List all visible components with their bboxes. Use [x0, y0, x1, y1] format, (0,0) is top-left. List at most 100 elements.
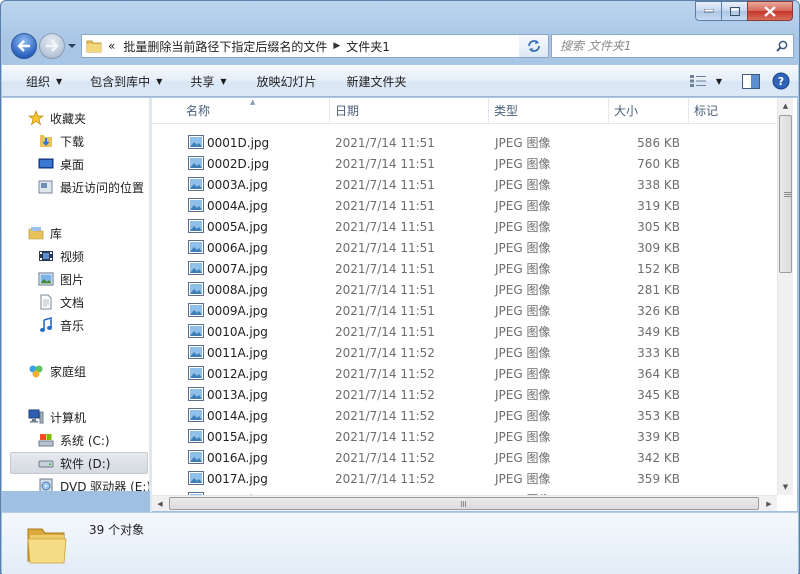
table-row[interactable]: 0011A.jpg 2021/7/14 11:52 JPEG 图像 333 KB [152, 342, 777, 363]
col-date[interactable]: 日期 [329, 98, 489, 123]
file-name: 0006A.jpg [207, 240, 268, 255]
organize-label: 组织 [26, 74, 51, 89]
col-size[interactable]: 大小 [608, 98, 689, 123]
table-row[interactable]: 0005A.jpg 2021/7/14 11:51 JPEG 图像 305 KB [152, 216, 777, 237]
breadcrumb-parent[interactable]: 批量删除当前路径下指定后缀名的文件 [123, 38, 327, 55]
command-bar: 组织 ▼ 包含到库中 ▼ 共享 ▼ 放映幻灯片 新建文件夹 ▼ ? [2, 65, 798, 97]
file-name: 0014A.jpg [207, 408, 268, 423]
nav-downloads-label: 下载 [60, 134, 85, 149]
nav-libraries[interactable]: 库 [28, 222, 62, 244]
jpeg-image-icon [188, 450, 204, 464]
horizontal-scrollbar[interactable]: ◀ ▶ [152, 495, 777, 511]
scroll-down-icon[interactable]: ▼ [778, 479, 793, 495]
horizontal-scroll-thumb[interactable] [169, 497, 759, 510]
file-type: JPEG 图像 [495, 304, 551, 318]
chevron-down-icon: ▼ [56, 76, 63, 86]
minimize-button[interactable] [695, 1, 721, 21]
table-row[interactable]: 0004A.jpg 2021/7/14 11:51 JPEG 图像 319 KB [152, 195, 777, 216]
scroll-left-icon[interactable]: ◀ [152, 496, 168, 511]
breadcrumb-separator-icon[interactable]: ▶ [333, 41, 340, 51]
file-list-scroll-thumb[interactable] [779, 115, 792, 273]
file-name: 0007A.jpg [207, 261, 268, 276]
maximize-button[interactable] [721, 1, 747, 21]
table-row[interactable]: 0015A.jpg 2021/7/14 11:52 JPEG 图像 339 KB [152, 426, 777, 447]
breadcrumb-overflow[interactable]: « [108, 39, 115, 53]
nav-recent[interactable]: 最近访问的位置 [38, 176, 144, 198]
table-row[interactable]: 0001D.jpg 2021/7/14 11:51 JPEG 图像 586 KB [152, 132, 777, 153]
table-row[interactable]: 0006A.jpg 2021/7/14 11:51 JPEG 图像 309 KB [152, 237, 777, 258]
nav-drive-c[interactable]: 系统 (C:) [38, 429, 110, 451]
scroll-right-icon[interactable]: ▶ [761, 496, 777, 511]
music-icon [38, 317, 54, 333]
nav-drive-e[interactable]: DVD 驱动器 (E:) [38, 475, 150, 491]
nav-videos[interactable]: 视频 [38, 245, 84, 267]
nav-favorites[interactable]: 收藏夹 [28, 107, 86, 129]
view-controls: ▼ ? [689, 66, 790, 96]
recent-pages-dropdown-icon[interactable] [67, 41, 77, 51]
file-size: 349 KB [637, 324, 680, 339]
table-row[interactable]: 0007A.jpg 2021/7/14 11:51 JPEG 图像 152 KB [152, 258, 777, 279]
file-date: 2021/7/14 11:51 [335, 303, 435, 318]
jpeg-image-icon [188, 240, 204, 254]
search-box[interactable] [551, 34, 794, 58]
file-name: 0001D.jpg [207, 135, 270, 150]
search-icon [776, 40, 788, 52]
refresh-button[interactable] [519, 34, 549, 58]
nav-pictures-label: 图片 [60, 272, 85, 287]
table-row[interactable]: 0010A.jpg 2021/7/14 11:51 JPEG 图像 349 KB [152, 321, 777, 342]
chevron-down-icon[interactable]: ▼ [716, 77, 722, 86]
file-date: 2021/7/14 11:51 [335, 177, 435, 192]
table-row[interactable]: 0003A.jpg 2021/7/14 11:51 JPEG 图像 338 KB [152, 174, 777, 195]
details-pane: 39 个对象 [2, 512, 798, 574]
nav-desktop[interactable]: 桌面 [38, 153, 84, 175]
search-button[interactable] [771, 40, 793, 52]
nav-downloads[interactable]: 下载 [38, 130, 84, 152]
scroll-up-icon[interactable]: ▲ [778, 98, 793, 114]
search-input[interactable] [552, 39, 771, 53]
table-row[interactable]: 0002D.jpg 2021/7/14 11:51 JPEG 图像 760 KB [152, 153, 777, 174]
table-row[interactable]: 0012A.jpg 2021/7/14 11:52 JPEG 图像 364 KB [152, 363, 777, 384]
file-name: 0004A.jpg [207, 198, 268, 213]
pane-splitter[interactable] [150, 98, 152, 512]
table-row[interactable]: 0016A.jpg 2021/7/14 11:52 JPEG 图像 342 KB [152, 447, 777, 468]
file-size: 152 KB [637, 261, 680, 276]
nav-music-label: 音乐 [60, 318, 85, 333]
caption-buttons [695, 1, 793, 21]
preview-pane-icon[interactable] [742, 73, 760, 89]
column-header: ▲ 名称 日期 类型 大小 标记 [152, 98, 777, 124]
include-library-menu[interactable]: 包含到库中 ▼ [72, 66, 172, 96]
organize-menu[interactable]: 组织 ▼ [2, 66, 72, 96]
chevron-down-icon: ▼ [156, 76, 163, 86]
col-name[interactable]: 名称 [180, 98, 330, 123]
nav-documents[interactable]: 文档 [38, 291, 84, 313]
file-date: 2021/7/14 11:52 [335, 450, 435, 465]
file-list-scrollbar[interactable]: ▲ ▼ [777, 98, 793, 495]
col-type[interactable]: 类型 [488, 98, 609, 123]
table-row[interactable]: 0008A.jpg 2021/7/14 11:51 JPEG 图像 281 KB [152, 279, 777, 300]
table-row[interactable]: 0017A.jpg 2021/7/14 11:52 JPEG 图像 359 KB [152, 468, 777, 489]
file-size: 339 KB [637, 429, 680, 444]
file-date: 2021/7/14 11:52 [335, 429, 435, 444]
nav-computer[interactable]: 计算机 [28, 406, 86, 428]
table-row[interactable]: 0014A.jpg 2021/7/14 11:52 JPEG 图像 353 KB [152, 405, 777, 426]
jpeg-image-icon [188, 198, 204, 212]
slideshow-button[interactable]: 放映幻灯片 [237, 66, 327, 96]
nav-homegroup[interactable]: 家庭组 [28, 360, 86, 382]
breadcrumb-current[interactable]: 文件夹1 [346, 38, 390, 55]
share-menu[interactable]: 共享 ▼ [172, 66, 236, 96]
table-row[interactable]: 0013A.jpg 2021/7/14 11:52 JPEG 图像 345 KB [152, 384, 777, 405]
close-button[interactable] [747, 1, 793, 21]
help-icon[interactable]: ? [772, 72, 790, 90]
change-view-button[interactable]: ▼ [689, 75, 722, 87]
new-folder-button[interactable]: 新建文件夹 [327, 66, 417, 96]
forward-button[interactable] [39, 33, 65, 59]
nav-pictures[interactable]: 图片 [38, 268, 84, 290]
recent-places-icon [38, 179, 54, 195]
nav-music[interactable]: 音乐 [38, 314, 84, 336]
nav-drive-d[interactable]: 软件 (D:) [10, 452, 148, 474]
back-button[interactable] [11, 33, 37, 59]
table-row[interactable]: 0009A.jpg 2021/7/14 11:51 JPEG 图像 326 KB [152, 300, 777, 321]
file-size: 342 KB [637, 450, 680, 465]
address-bar[interactable]: « 批量删除当前路径下指定后缀名的文件 ▶ 文件夹1 [81, 34, 545, 58]
col-tags[interactable]: 标记 [688, 98, 768, 123]
